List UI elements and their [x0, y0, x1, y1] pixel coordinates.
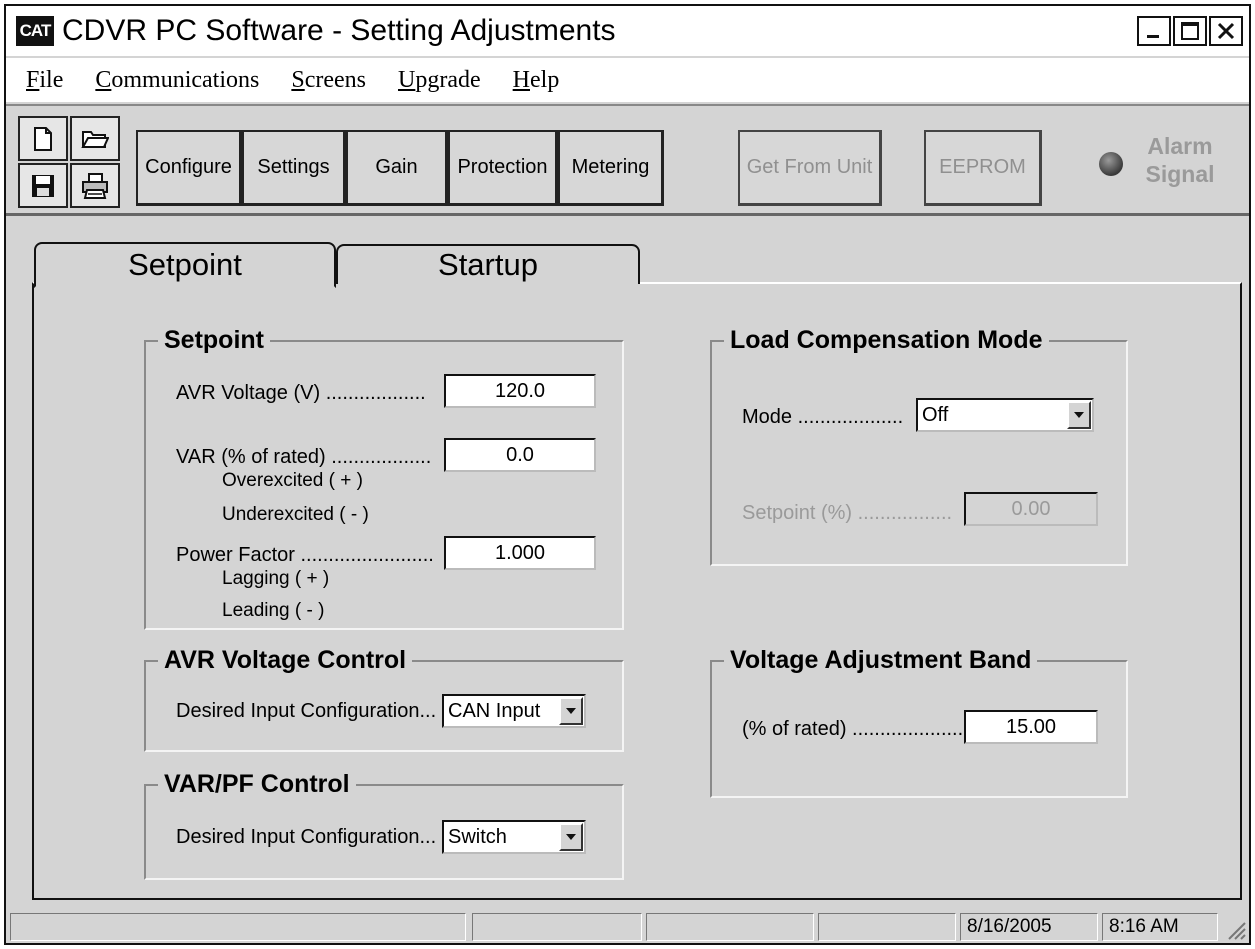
avr-voltage-input[interactable]: 120.0: [444, 374, 596, 408]
menu-file-accel: F: [26, 66, 40, 93]
status-date: 8/16/2005: [960, 913, 1098, 941]
var-input[interactable]: 0.0: [444, 438, 596, 472]
close-icon: [1217, 22, 1235, 40]
open-folder-icon: [81, 130, 109, 148]
save-button[interactable]: [18, 163, 68, 208]
varpf-desired-input-value: Switch: [448, 825, 507, 848]
compensation-setpoint-label: Setpoint (%) .................: [742, 502, 953, 524]
alarm-label-line1: Alarm: [1147, 133, 1213, 159]
window-title: CDVR PC Software - Setting Adjustments: [62, 14, 616, 47]
menu-upgrade-accel: U: [398, 66, 416, 93]
menu-help[interactable]: Help: [513, 67, 560, 94]
avr-desired-input-label: Desired Input Configuration...: [176, 700, 437, 722]
varpf-desired-input-select[interactable]: Switch: [442, 820, 586, 854]
new-file-icon: [34, 126, 52, 151]
setpoint-group-title: Setpoint: [158, 326, 270, 355]
window-controls: [1137, 16, 1243, 46]
new-file-button[interactable]: [18, 116, 68, 161]
setpoint-group: Setpoint AVR Voltage (V) ...............…: [144, 326, 624, 630]
metering-button[interactable]: Metering: [558, 130, 664, 206]
minimize-icon: [1147, 35, 1159, 38]
get-from-unit-button[interactable]: Get From Unit: [738, 130, 882, 206]
alarm-label-line2: Signal: [1145, 161, 1215, 187]
maximize-button[interactable]: [1173, 16, 1207, 46]
chevron-down-icon[interactable]: [559, 823, 583, 851]
menu-screens-label: creens: [304, 66, 367, 93]
voltage-band-label: (% of rated) .....................: [742, 718, 969, 740]
alarm-led-icon: [1099, 152, 1123, 176]
chevron-down-icon[interactable]: [559, 697, 583, 725]
menu-screens-accel: S: [291, 66, 305, 93]
print-button[interactable]: [70, 163, 120, 208]
mode-label: Mode ...................: [742, 406, 904, 428]
menu-file-label: ile: [39, 66, 64, 93]
status-time: 8:16 AM: [1102, 913, 1218, 941]
menu-communications-accel: C: [95, 66, 112, 93]
setpoint-tab-panel: Setpoint AVR Voltage (V) ...............…: [32, 282, 1242, 900]
file-tool-icons: [18, 116, 122, 210]
mode-value: Off: [922, 403, 949, 426]
tab-setpoint[interactable]: Setpoint: [34, 242, 336, 288]
menu-upgrade[interactable]: Upgrade: [398, 67, 481, 94]
open-folder-button[interactable]: [70, 116, 120, 161]
main-window: CAT CDVR PC Software - Setting Adjustmen…: [4, 4, 1251, 945]
minimize-button[interactable]: [1137, 16, 1171, 46]
status-cell-4: [818, 913, 956, 941]
configure-button[interactable]: Configure: [136, 130, 242, 206]
power-factor-label: Power Factor ........................: [176, 544, 434, 566]
menu-communications-label: ommunications: [111, 66, 260, 93]
status-bar: 8/16/2005 8:16 AM: [6, 909, 1249, 943]
varpf-desired-input-label: Desired Input Configuration...: [176, 826, 437, 848]
voltage-adjustment-title: Voltage Adjustment Band: [724, 646, 1038, 675]
underexcited-label: Underexcited ( - ): [222, 504, 369, 525]
gain-button[interactable]: Gain: [346, 130, 448, 206]
avr-desired-input-value: CAN Input: [448, 699, 541, 722]
protection-button[interactable]: Protection: [448, 130, 558, 206]
load-compensation-title: Load Compensation Mode: [724, 326, 1049, 355]
power-factor-input[interactable]: 1.000: [444, 536, 596, 570]
close-button[interactable]: [1209, 16, 1243, 46]
toolbar: Configure Settings Gain Protection Meter…: [6, 104, 1249, 216]
menu-communications[interactable]: Communications: [95, 67, 259, 94]
status-cell-1: [10, 913, 466, 941]
menu-help-label: elp: [530, 66, 560, 93]
status-cell-3: [646, 913, 814, 941]
avr-voltage-control-group: AVR Voltage Control Desired Input Config…: [144, 646, 624, 752]
avr-voltage-control-title: AVR Voltage Control: [158, 646, 413, 675]
printer-icon: [82, 172, 108, 199]
eeprom-button[interactable]: EEPROM: [924, 130, 1042, 206]
voltage-adjustment-group: Voltage Adjustment Band (% of rated) ...…: [710, 646, 1128, 798]
title-bar[interactable]: CAT CDVR PC Software - Setting Adjustmen…: [6, 6, 1249, 56]
var-pf-control-group: VAR/PF Control Desired Input Configurati…: [144, 770, 624, 880]
compensation-setpoint-input[interactable]: 0.00: [964, 492, 1098, 526]
avr-voltage-label: AVR Voltage (V) ..................: [176, 382, 426, 404]
load-compensation-group: Load Compensation Mode Mode ............…: [710, 326, 1128, 566]
mode-select[interactable]: Off: [916, 398, 1094, 432]
settings-button[interactable]: Settings: [242, 130, 346, 206]
status-cell-2: [472, 913, 642, 941]
var-label: VAR (% of rated) ..................: [176, 446, 432, 468]
menu-screens[interactable]: Screens: [291, 67, 366, 94]
lagging-label: Lagging ( + ): [222, 568, 330, 589]
menu-help-accel: H: [512, 66, 530, 93]
resize-grip-icon[interactable]: [1225, 919, 1247, 941]
save-disk-icon: [32, 174, 54, 197]
chevron-down-icon[interactable]: [1067, 401, 1091, 429]
voltage-band-input[interactable]: 15.00: [964, 710, 1098, 744]
alarm-signal-label: Alarm Signal: [1130, 132, 1230, 188]
app-logo: CAT: [16, 16, 54, 46]
maximize-icon: [1181, 22, 1199, 40]
menu-file[interactable]: File: [26, 67, 63, 94]
leading-label: Leading ( - ): [222, 600, 325, 621]
var-pf-control-title: VAR/PF Control: [158, 770, 356, 799]
avr-desired-input-select[interactable]: CAN Input: [442, 694, 586, 728]
menu-bar: File Communications Screens Upgrade Help: [6, 58, 1249, 102]
tab-startup[interactable]: Startup: [336, 244, 640, 284]
menu-upgrade-label: pgrade: [415, 66, 481, 93]
overexcited-label: Overexcited ( + ): [222, 470, 363, 491]
